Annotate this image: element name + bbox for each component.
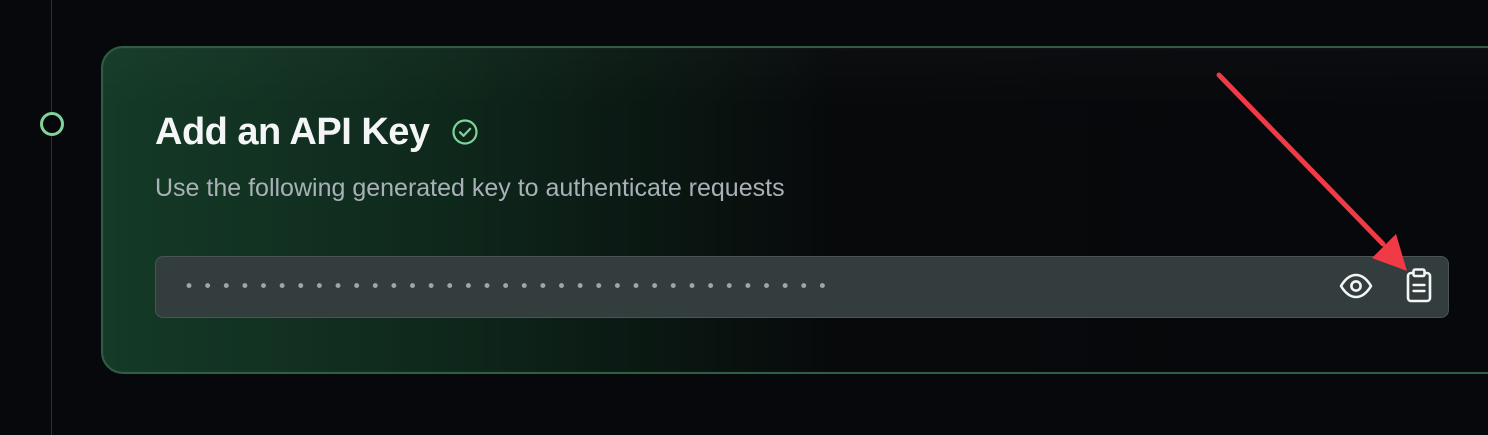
step-header: Add an API Key [155,108,480,156]
clipboard-icon [1402,267,1436,310]
card-highlight [103,48,1488,108]
check-circle-icon [450,117,480,147]
page: Add an API Key Use the following generat… [0,0,1488,435]
api-key-masked-value: ••••••••••••••••••••••••••••••••••• [184,277,836,297]
timeline-line [51,0,52,435]
copy-key-button[interactable] [1399,267,1439,310]
step-description: Use the following generated key to authe… [155,174,785,202]
step-title: Add an API Key [155,111,430,153]
reveal-key-button[interactable] [1336,268,1376,308]
api-key-step-card: Add an API Key Use the following generat… [101,46,1488,374]
timeline-step-indicator [40,112,64,136]
api-key-field[interactable]: ••••••••••••••••••••••••••••••••••• [155,256,1449,318]
eye-icon [1338,268,1374,309]
